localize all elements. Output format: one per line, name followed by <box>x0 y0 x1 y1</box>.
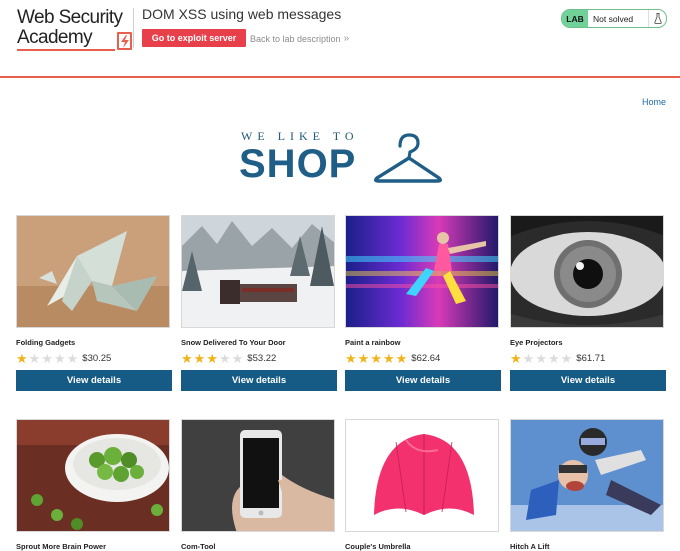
home-link[interactable]: Home <box>642 97 666 107</box>
product-card: Hitch A Lift <box>510 419 666 551</box>
exploit-server-button[interactable]: Go to exploit server <box>142 29 246 47</box>
star-empty-icon: ★ <box>560 350 573 366</box>
logo-line-1: Web Security <box>17 7 123 28</box>
flask-icon <box>648 10 666 27</box>
star-filled-icon: ★ <box>181 350 193 366</box>
double-chevron-icon: » <box>343 33 350 44</box>
view-details-button[interactable]: View details <box>16 370 172 391</box>
product-price: $53.22 <box>247 352 277 364</box>
product-image-sprouts[interactable] <box>16 419 170 532</box>
product-price: $62.64 <box>411 352 441 364</box>
product-card: Sprout More Brain Power <box>16 419 172 551</box>
product-card: Snow Delivered To Your Door ★ ★ ★ ★ ★ $53.22… <box>181 215 337 391</box>
product-image-snow-train[interactable] <box>181 215 335 328</box>
star-empty-icon: ★ <box>547 350 560 366</box>
view-details-button[interactable]: View details <box>345 370 501 391</box>
view-details-button[interactable]: View details <box>510 370 666 391</box>
logo-line-2: Academy <box>17 27 93 48</box>
logo-underline <box>17 49 115 51</box>
star-empty-icon: ★ <box>522 350 535 366</box>
star-filled-icon: ★ <box>345 350 357 366</box>
product-name: Couple's Umbrella <box>345 542 411 551</box>
product-card: Couple's Umbrella <box>345 419 501 551</box>
product-image-origami-bird[interactable] <box>16 215 170 328</box>
star-filled-icon: ★ <box>510 350 522 366</box>
star-filled-icon: ★ <box>357 350 370 366</box>
product-name: Hitch A Lift <box>510 542 550 551</box>
star-empty-icon: ★ <box>218 350 231 366</box>
back-link-label: Back to lab description <box>250 33 341 44</box>
product-price: $61.71 <box>576 352 606 364</box>
star-filled-icon: ★ <box>206 350 218 366</box>
header-divider <box>133 8 134 48</box>
lab-title: DOM XSS using web messages <box>142 6 342 22</box>
star-empty-icon: ★ <box>66 350 79 366</box>
product-name: Paint a rainbow <box>345 338 401 347</box>
product-card: Eye Projectors ★ ★ ★ ★ ★ $61.71 View details <box>510 215 666 391</box>
product-image-eye[interactable] <box>510 215 664 328</box>
product-card: Paint a rainbow ★ ★ ★ ★ ★ $62.64 View detail… <box>345 215 501 391</box>
back-to-lab-link[interactable]: Back to lab description » <box>250 33 349 44</box>
product-card: Com-Tool <box>181 419 337 551</box>
lab-status-widget: LAB Not solved <box>561 9 667 28</box>
product-name: Eye Projectors <box>510 338 563 347</box>
lab-status-text: Not solved <box>593 13 634 24</box>
product-rating: ★ ★ ★ ★ ★ $53.22 <box>181 351 337 365</box>
product-name: Com-Tool <box>181 542 216 551</box>
product-image-pink-umbrella[interactable] <box>345 419 499 532</box>
product-rating: ★ ★ ★ ★ ★ $61.71 <box>510 351 666 365</box>
product-card: Folding Gadgets ★ ★ ★ ★ ★ $30.25 View detail… <box>16 215 172 391</box>
star-filled-icon: ★ <box>370 350 382 366</box>
lab-badge: LAB <box>562 10 588 27</box>
view-details-button[interactable]: View details <box>181 370 337 391</box>
star-filled-icon: ★ <box>16 350 28 366</box>
product-image-skydivers[interactable] <box>510 419 664 532</box>
banner-title: SHOP <box>239 142 357 186</box>
hanger-icon <box>374 133 442 183</box>
product-name: Snow Delivered To Your Door <box>181 338 286 347</box>
star-filled-icon: ★ <box>193 350 206 366</box>
star-empty-icon: ★ <box>535 350 547 366</box>
product-name: Sprout More Brain Power <box>16 542 107 551</box>
product-image-phone-in-hand[interactable] <box>181 419 335 532</box>
product-name: Folding Gadgets <box>16 338 76 347</box>
shop-banner: WE LIKE TO SHOP <box>238 128 443 190</box>
star-empty-icon: ★ <box>231 350 244 366</box>
lightning-icon <box>117 32 132 50</box>
product-rating: ★ ★ ★ ★ ★ $62.64 <box>345 351 501 365</box>
star-filled-icon: ★ <box>382 350 395 366</box>
lab-header: Web Security Academy DOM XSS using web m… <box>0 0 680 78</box>
product-rating: ★ ★ ★ ★ ★ $30.25 <box>16 351 172 365</box>
star-empty-icon: ★ <box>53 350 66 366</box>
star-empty-icon: ★ <box>41 350 53 366</box>
star-filled-icon: ★ <box>395 350 408 366</box>
star-empty-icon: ★ <box>28 350 41 366</box>
academy-logo[interactable]: Web Security Academy <box>17 8 132 52</box>
product-price: $30.25 <box>82 352 112 364</box>
product-image-rainbow-runner[interactable] <box>345 215 499 328</box>
